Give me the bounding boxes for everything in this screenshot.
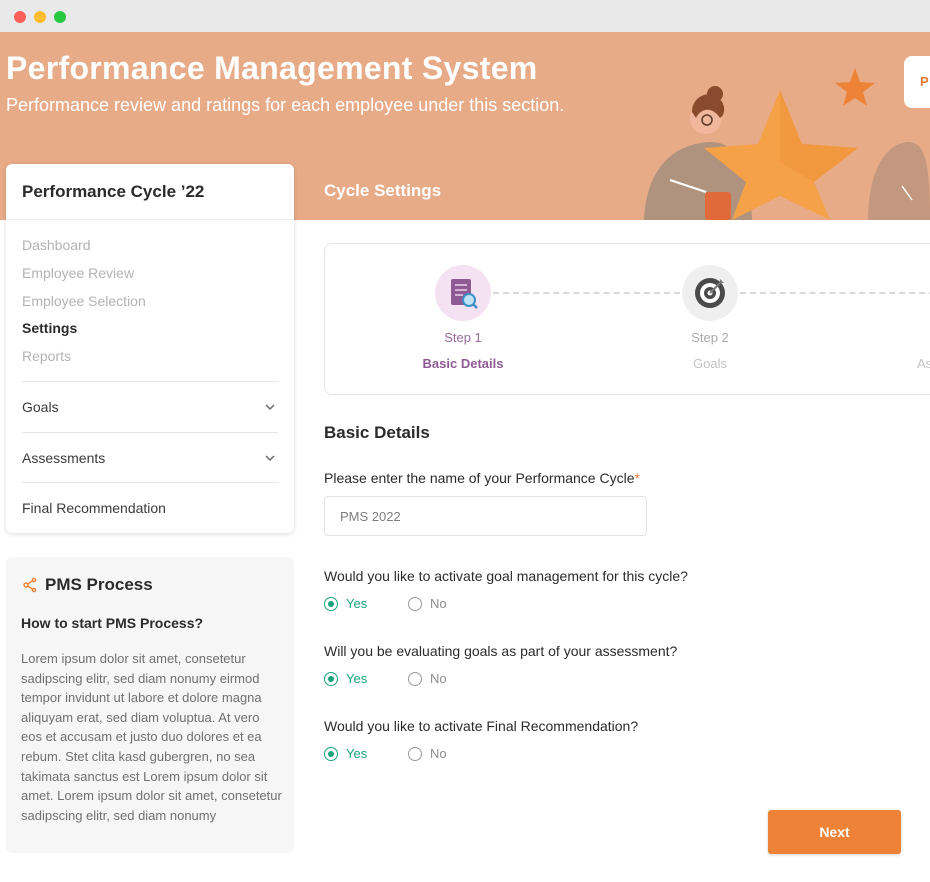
step-1-label: Step 1: [444, 330, 482, 345]
divider: [22, 432, 278, 433]
share-icon: [23, 577, 37, 593]
radio-label: No: [430, 746, 447, 761]
question-goal-management: Would you like to activate goal manageme…: [324, 568, 688, 584]
cycle-name-label-text: Please enter the name of your Performanc…: [324, 470, 635, 486]
radio-label: Yes: [346, 596, 368, 611]
question-evaluate-goals: Will you be evaluating goals as part of …: [324, 643, 678, 659]
divider: [22, 381, 278, 382]
step-2-label: Step 2: [691, 330, 729, 345]
radio-label: No: [430, 671, 447, 686]
question-final-recommendation: Would you like to activate Final Recomme…: [324, 718, 639, 734]
target-icon: [695, 278, 725, 308]
cycle-settings-heading: Cycle Settings: [324, 181, 442, 200]
goal-management-no-radio[interactable]: No: [408, 594, 453, 614]
corner-profile-label: P: [920, 74, 929, 89]
accordion-final-recommendation[interactable]: Final Recommendation: [22, 493, 278, 523]
sidebar-item-employee-selection[interactable]: Employee Selection: [22, 293, 146, 309]
step-1-badge[interactable]: [435, 265, 491, 321]
accordion-goals[interactable]: Goals: [22, 392, 278, 422]
radio-label: Yes: [346, 671, 368, 686]
sidebar-nav-card: Performance Cycle ’22 Dashboard Employee…: [6, 164, 294, 533]
chevron-down-icon: [265, 455, 275, 462]
pms-process-title: PMS Process: [45, 575, 153, 594]
sidebar-item-settings[interactable]: Settings: [22, 320, 77, 336]
window-titlebar: [0, 0, 930, 32]
accordion-assessments[interactable]: Assessments: [22, 443, 278, 473]
goal-management-yes-radio[interactable]: Yes: [324, 594, 374, 614]
document-search-icon: [451, 279, 478, 309]
accordion-label: Goals: [22, 399, 59, 415]
sidebar-item-reports[interactable]: Reports: [22, 348, 71, 364]
minimize-window-button[interactable]: [34, 11, 46, 23]
divider: [22, 482, 278, 483]
sidebar-item-dashboard[interactable]: Dashboard: [22, 237, 91, 253]
step-1-name: Basic Details: [422, 356, 504, 371]
close-window-button[interactable]: [14, 11, 26, 23]
page-title: Performance Management System: [6, 50, 538, 86]
evaluate-goals-no-radio[interactable]: No: [408, 669, 453, 689]
final-recommendation-no-radio[interactable]: No: [408, 744, 453, 764]
step-connector: [493, 292, 680, 294]
progress-stepper: Step 1 Basic Details Step 2 Goals As: [324, 243, 930, 395]
maximize-window-button[interactable]: [54, 11, 66, 23]
form-section-title: Basic Details: [324, 423, 430, 442]
final-recommendation-yes-radio[interactable]: Yes: [324, 744, 374, 764]
accordion-label: Final Recommendation: [22, 500, 166, 516]
step-2-name: Goals: [693, 356, 727, 371]
radio-indicator: [324, 747, 338, 761]
step-3-name: As: [917, 356, 930, 371]
radio-label: Yes: [346, 746, 368, 761]
pms-process-description: Lorem ipsum dolor sit amet, consetetur s…: [21, 651, 282, 823]
star-illustration: [644, 68, 930, 220]
radio-indicator: [408, 672, 422, 686]
radio-label: No: [430, 596, 447, 611]
next-button[interactable]: Next: [768, 810, 901, 854]
radio-indicator: [408, 597, 422, 611]
corner-profile-card[interactable]: P: [904, 56, 930, 108]
radio-indicator: [324, 672, 338, 686]
step-2-badge[interactable]: [682, 265, 738, 321]
accordion-label: Assessments: [22, 450, 106, 466]
step-connector: [740, 292, 930, 294]
divider: [6, 219, 294, 220]
radio-indicator: [408, 747, 422, 761]
required-mark: *: [634, 470, 640, 486]
page-subtitle: Performance review and ratings for each …: [6, 95, 565, 115]
evaluate-goals-yes-radio[interactable]: Yes: [324, 669, 374, 689]
pms-process-card: PMS Process How to start PMS Process? Lo…: [6, 557, 294, 853]
sidebar-item-employee-review[interactable]: Employee Review: [22, 265, 134, 281]
radio-indicator: [324, 597, 338, 611]
cycle-name-label: Please enter the name of your Performanc…: [324, 470, 640, 486]
sidebar-title: Performance Cycle ’22: [22, 182, 205, 201]
cycle-name-input[interactable]: [324, 496, 647, 536]
pms-process-subtitle: How to start PMS Process?: [21, 615, 204, 631]
chevron-down-icon: [265, 404, 275, 411]
